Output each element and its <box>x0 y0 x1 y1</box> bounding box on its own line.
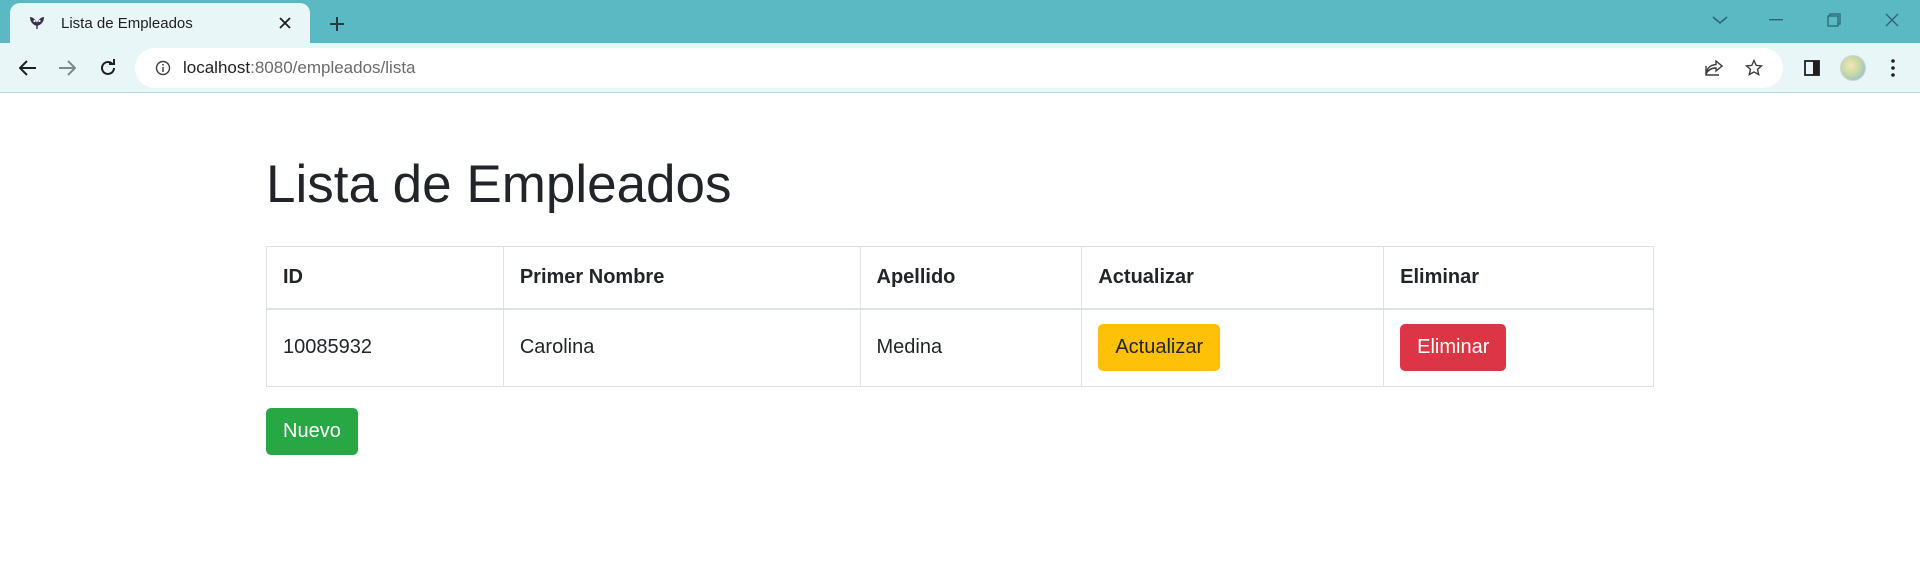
header-apellido: Apellido <box>859 246 1083 310</box>
header-id: ID <box>266 246 504 310</box>
bookmark-star-icon[interactable] <box>1738 52 1770 84</box>
header-actualizar: Actualizar <box>1081 246 1385 310</box>
close-tab-icon[interactable] <box>274 12 296 34</box>
page-title: Lista de Empleados <box>266 155 732 214</box>
side-panel-button[interactable] <box>1796 52 1828 84</box>
reload-icon <box>101 59 115 75</box>
actualizar-button[interactable]: Actualizar <box>1098 324 1221 372</box>
minimize-icon <box>1769 19 1783 21</box>
site-info-icon[interactable] <box>143 48 183 88</box>
arrow-right-icon <box>59 60 76 76</box>
cell-primer-nombre: Carolina <box>502 308 861 387</box>
avatar <box>1840 55 1866 81</box>
close-window-button[interactable] <box>1872 4 1912 36</box>
cell-eliminar: Eliminar <box>1383 308 1654 387</box>
empleados-table: ID Primer Nombre Apellido Actualizar Eli… <box>266 246 1654 387</box>
chevron-down-icon <box>1712 16 1728 25</box>
nuevo-button[interactable]: Nuevo <box>266 408 358 455</box>
minimize-button[interactable] <box>1756 4 1796 36</box>
restore-icon <box>1827 13 1841 27</box>
cell-id: 10085932 <box>266 308 504 387</box>
browser-toolbar: localhost:8080/empleados/lista <box>0 43 1920 93</box>
side-panel-icon <box>1804 60 1820 76</box>
back-button[interactable] <box>12 52 44 84</box>
reload-button[interactable] <box>92 52 124 84</box>
plus-icon <box>330 17 344 31</box>
restore-button[interactable] <box>1814 4 1854 36</box>
cell-actualizar: Actualizar <box>1081 308 1385 387</box>
browser-tab[interactable]: Lista de Empleados <box>10 3 310 43</box>
arrow-left-icon <box>19 60 36 76</box>
browser-tabstrip: Lista de Empleados <box>0 0 1920 43</box>
page-content: Lista de Empleados ID Primer Nombre Apel… <box>0 94 1920 570</box>
forward-button[interactable] <box>51 52 83 84</box>
tab-search-button[interactable] <box>1700 4 1740 36</box>
share-icon[interactable] <box>1698 52 1730 84</box>
header-eliminar: Eliminar <box>1383 246 1654 310</box>
tab-title: Lista de Empleados <box>61 14 193 32</box>
more-vertical-icon <box>1891 59 1895 77</box>
header-primer-nombre: Primer Nombre <box>502 246 861 310</box>
profile-button[interactable] <box>1837 52 1869 84</box>
address-bar[interactable]: localhost:8080/empleados/lista <box>135 48 1783 88</box>
cell-apellido: Medina <box>859 308 1083 387</box>
table-row: 10085932 Carolina Medina Actualizar Elim… <box>266 308 1654 387</box>
eliminar-button[interactable]: Eliminar <box>1400 324 1507 372</box>
url-path: :8080/empleados/lista <box>250 58 416 77</box>
spring-logo-icon <box>27 13 47 33</box>
browser-menu-button[interactable] <box>1877 52 1909 84</box>
url-host: localhost <box>183 58 251 77</box>
url-text[interactable]: localhost:8080/empleados/lista <box>183 58 416 78</box>
close-icon <box>1885 13 1899 27</box>
new-tab-button[interactable] <box>322 9 352 39</box>
table-header-row: ID Primer Nombre Apellido Actualizar Eli… <box>266 246 1654 310</box>
